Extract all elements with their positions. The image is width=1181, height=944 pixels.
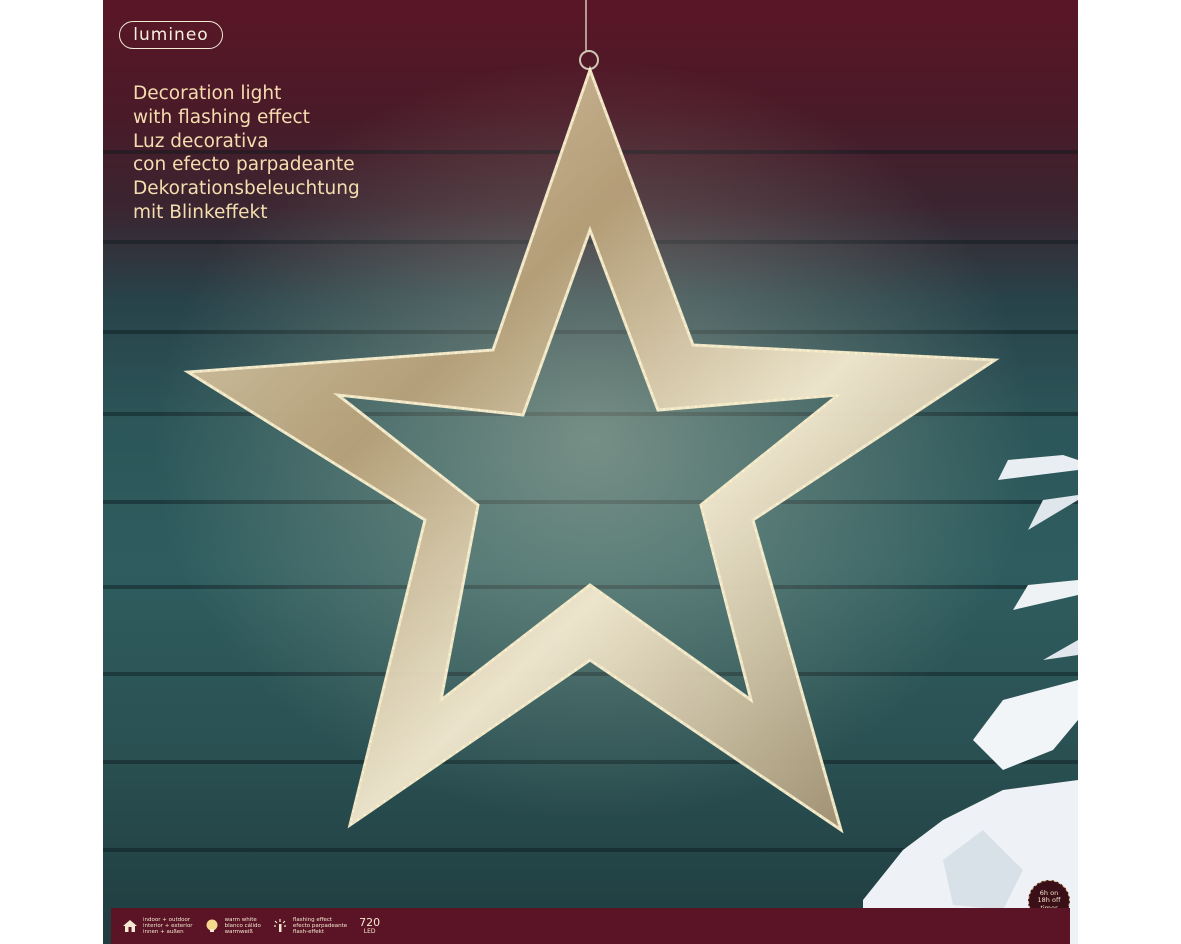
house-icon — [121, 917, 139, 935]
feature-flashing: flashing effect efecto parpadeante flash… — [271, 917, 347, 936]
flash-icon — [271, 917, 289, 935]
feature-text: indoor + outdoor — [143, 916, 191, 923]
feature-indoor-outdoor: indoor + outdoor interior + exterior inn… — [121, 917, 193, 936]
title-line: Decoration light — [133, 83, 282, 104]
led-number: 720 — [359, 916, 381, 929]
feature-text: warmweiß — [224, 929, 253, 936]
brand-logo: lumineo — [119, 21, 223, 49]
title-line: Dekorationsbeleuchtung — [133, 178, 360, 200]
feature-bar: indoor + outdoor interior + exterior inn… — [111, 908, 1070, 944]
title-line: mit Blinkeffekt — [133, 201, 268, 223]
feature-text: flash-effekt — [292, 929, 324, 936]
product-packaging: lumineo Decoration light with flashing e… — [103, 0, 1078, 944]
feature-warm-white: warm white blanco cálido warmweiß — [203, 917, 261, 936]
title-line: with flashing effect — [133, 106, 310, 128]
title-line: con efecto parpadeante — [133, 154, 355, 176]
bulb-icon — [203, 917, 221, 935]
feature-text: innen + außen — [143, 929, 184, 936]
led-unit: LED — [363, 928, 376, 935]
led-count: 720 LED — [359, 917, 380, 935]
product-title: Decoration light with flashing effect Lu… — [133, 82, 360, 225]
feature-text: warm white — [224, 916, 257, 923]
title-line: Luz decorativa — [133, 130, 269, 152]
